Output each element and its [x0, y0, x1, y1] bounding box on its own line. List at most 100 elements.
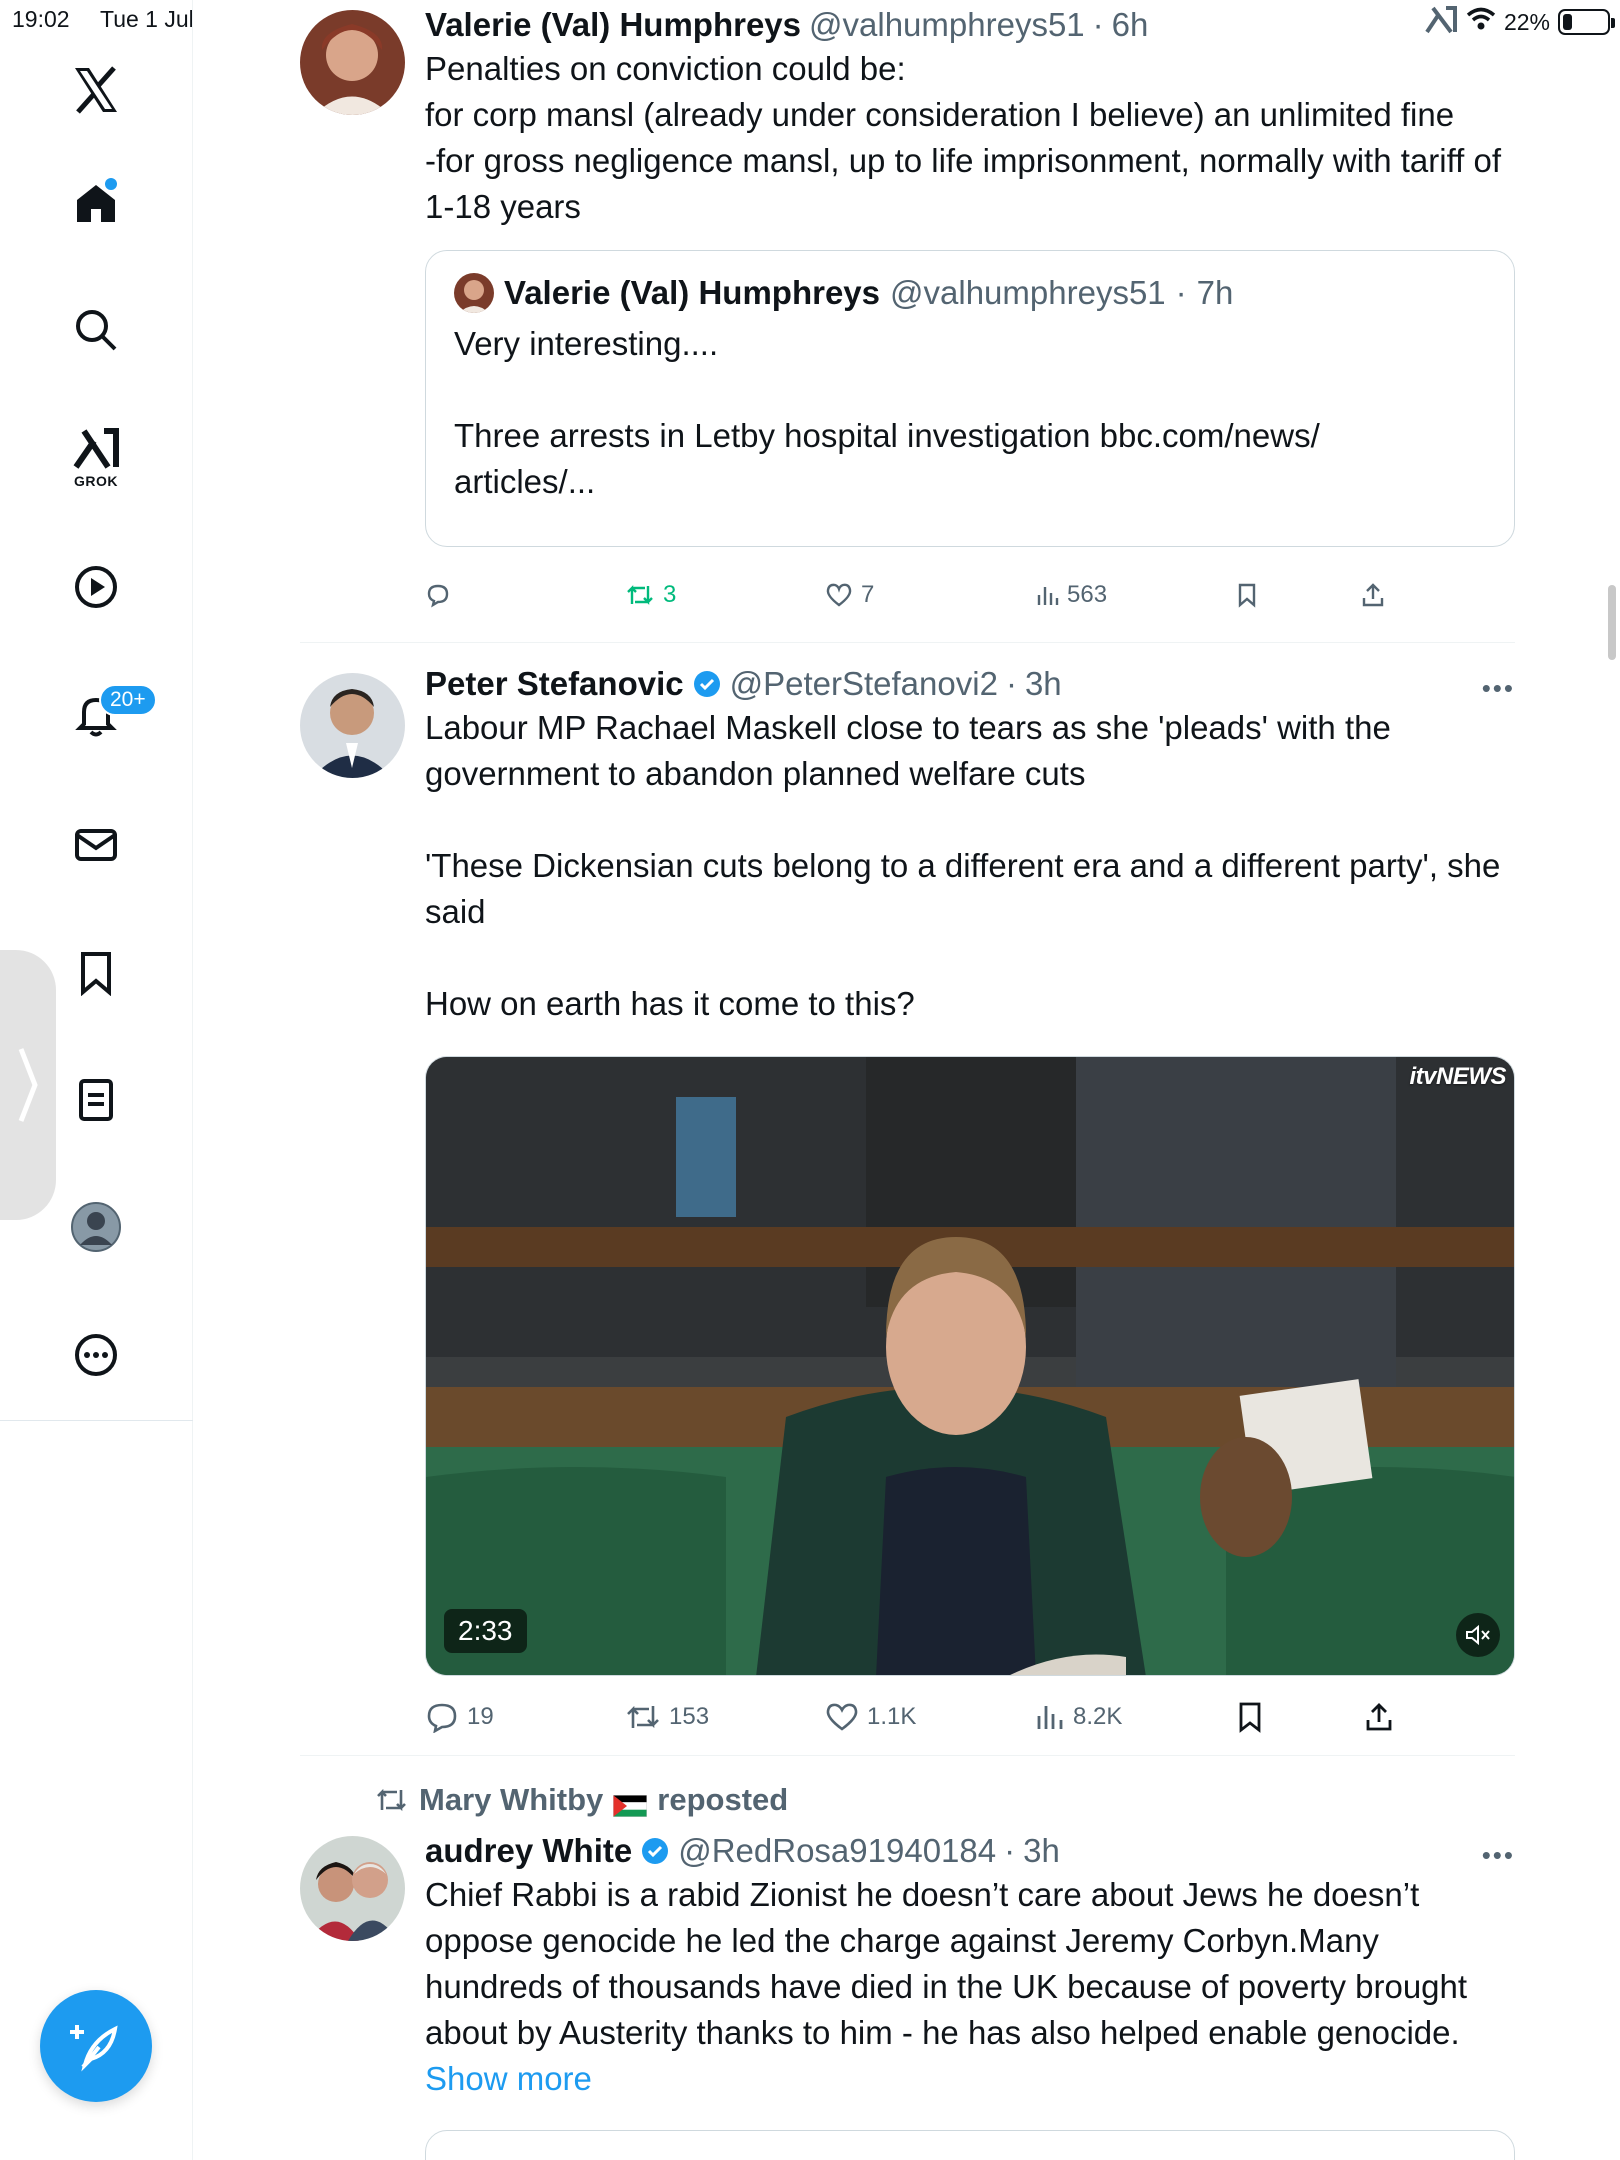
tweet-actions: 3 7 563 — [425, 575, 1515, 615]
separator-dot: · — [1005, 665, 1017, 702]
avatar[interactable] — [300, 10, 405, 115]
home-icon[interactable] — [61, 168, 131, 238]
compose-feather-icon — [70, 2025, 118, 2072]
retweet-button[interactable]: 153 — [625, 1702, 709, 1732]
more-options-icon[interactable]: ••• — [1482, 1840, 1515, 1871]
side-panel-handle[interactable] — [0, 950, 56, 1220]
sidebar-divider — [0, 1420, 193, 1421]
heart-icon — [826, 583, 852, 607]
bookmark-icon — [1238, 583, 1256, 608]
views-chart-icon — [1037, 1706, 1063, 1729]
show-more-link[interactable]: Show more — [425, 2060, 592, 2097]
speaker-muted-icon — [1466, 1624, 1490, 1646]
more-options-icon[interactable]: ••• — [1482, 673, 1515, 704]
quoted-tweet-partial[interactable] — [425, 2130, 1515, 2160]
more-options-icon[interactable] — [61, 1320, 131, 1390]
video-player[interactable]: itvNEWS 2:33 — [425, 1056, 1515, 1676]
tweet-text: Penalties on conviction could be: for co… — [425, 50, 1502, 225]
retweet-button[interactable]: 3 — [625, 581, 676, 609]
like-button[interactable]: 7 — [825, 581, 874, 609]
reply-button[interactable]: 19 — [425, 1701, 494, 1733]
reply-count: 19 — [467, 1703, 494, 1730]
grok-icon[interactable]: GROK — [61, 418, 131, 498]
separator-dot: · — [1004, 1832, 1016, 1869]
bookmarks-icon[interactable] — [61, 938, 131, 1008]
quoted-tweet[interactable]: Valerie (Val) Humphreys @valhumphreys51 … — [425, 250, 1515, 547]
bookmark-icon — [1239, 1702, 1261, 1733]
x-logo-icon[interactable] — [61, 55, 131, 125]
separator-dot: · — [1092, 6, 1104, 43]
author-handle[interactable]: @valhumphreys51 — [809, 4, 1085, 46]
retweet-count: 153 — [669, 1703, 710, 1730]
bookmark-button[interactable] — [1235, 1701, 1265, 1733]
avatar[interactable] — [300, 1836, 405, 1941]
quote-author-name: Valerie (Val) Humphreys — [504, 274, 881, 311]
author-handle[interactable]: @RedRosa91940184 — [678, 1830, 996, 1872]
battery-level — [1563, 14, 1573, 30]
share-button[interactable] — [1360, 582, 1386, 608]
reply-icon — [427, 1703, 457, 1733]
bookmark-button[interactable] — [1235, 582, 1259, 608]
verified-badge-icon — [692, 669, 722, 699]
views-chart-icon — [1037, 587, 1059, 605]
battery-icon — [1558, 9, 1615, 35]
views-count: 563 — [1067, 581, 1108, 608]
tweet-time[interactable]: 3h — [1025, 663, 1062, 705]
tweet-time[interactable]: 3h — [1023, 1830, 1060, 1872]
like-button[interactable]: 1.1K — [825, 1702, 916, 1732]
quote-time: 7h — [1196, 274, 1234, 311]
tweet-text: Labour MP Rachael Maskell close to tears… — [425, 709, 1501, 1022]
itv-news-watermark: itvNEWS — [1409, 1063, 1506, 1090]
like-count: 1.1K — [867, 1703, 917, 1730]
profile-avatar-icon[interactable] — [61, 1192, 131, 1262]
quote-text: Very interesting.... Three arrests in Le… — [454, 325, 1320, 500]
retweet-icon — [627, 585, 653, 605]
video-play-icon[interactable] — [61, 552, 131, 622]
tweet-text-content: Chief Rabbi is a rabid Zionist he doesn’… — [425, 1876, 1477, 2051]
views-button[interactable]: 563 — [1035, 581, 1107, 609]
like-count: 7 — [861, 581, 875, 608]
reposter-name[interactable]: Mary Whitby — [419, 1782, 603, 1818]
notifications-badge: 20+ — [99, 684, 157, 716]
reply-button[interactable] — [425, 582, 451, 608]
avatar[interactable] — [300, 673, 405, 778]
home-unread-dot — [105, 178, 117, 190]
compose-post-button[interactable] — [40, 1990, 152, 2102]
tweet-header: Peter Stefanovic @PeterStefanovi2 · 3h — [425, 663, 1515, 705]
tweet-header: Valerie (Val) Humphreys @valhumphreys51 … — [425, 4, 1515, 46]
views-button[interactable]: 8.2K — [1035, 1702, 1122, 1732]
author-name[interactable]: Peter Stefanovic — [425, 663, 684, 705]
quote-author-handle: @valhumphreys51 — [890, 274, 1166, 311]
share-icon — [1366, 1703, 1392, 1731]
share-icon — [1362, 583, 1384, 607]
reply-icon — [427, 584, 449, 608]
palestine-flag-icon — [612, 1789, 648, 1818]
video-thumbnail — [426, 1057, 1514, 1675]
grok-label: GROK — [74, 473, 118, 489]
tweet-actions: 19 153 1.1K 8.2K — [425, 1695, 1515, 1739]
tweet-divider — [300, 1755, 1515, 1756]
author-name[interactable]: audrey White — [425, 1830, 632, 1872]
author-name[interactable]: Valerie (Val) Humphreys — [425, 4, 801, 46]
messages-mail-icon[interactable] — [61, 810, 131, 880]
lists-icon[interactable] — [61, 1065, 131, 1135]
tweet-header: audrey White @RedRosa91940184 · 3h — [425, 1830, 1515, 1872]
scrollbar[interactable] — [1608, 585, 1616, 660]
tweet-time[interactable]: 6h — [1112, 4, 1149, 46]
share-button[interactable] — [1363, 1701, 1395, 1733]
mute-button[interactable] — [1456, 1613, 1500, 1657]
verified-badge-icon — [640, 1836, 670, 1866]
retweet-count: 3 — [663, 581, 677, 608]
notifications-bell-icon[interactable]: 20+ — [61, 680, 157, 750]
retweet-icon — [627, 1705, 659, 1729]
retweet-icon — [377, 1788, 406, 1812]
reposted-label: reposted — [657, 1782, 789, 1817]
views-count: 8.2K — [1073, 1703, 1123, 1730]
heart-icon — [826, 1703, 858, 1731]
video-duration: 2:33 — [444, 1609, 527, 1653]
quote-avatar — [454, 273, 494, 313]
repost-context: Mary Whitby reposted — [375, 1782, 788, 1818]
author-handle[interactable]: @PeterStefanovi2 — [730, 663, 998, 705]
search-icon[interactable] — [61, 295, 131, 365]
chevron-right-icon — [18, 1048, 38, 1122]
